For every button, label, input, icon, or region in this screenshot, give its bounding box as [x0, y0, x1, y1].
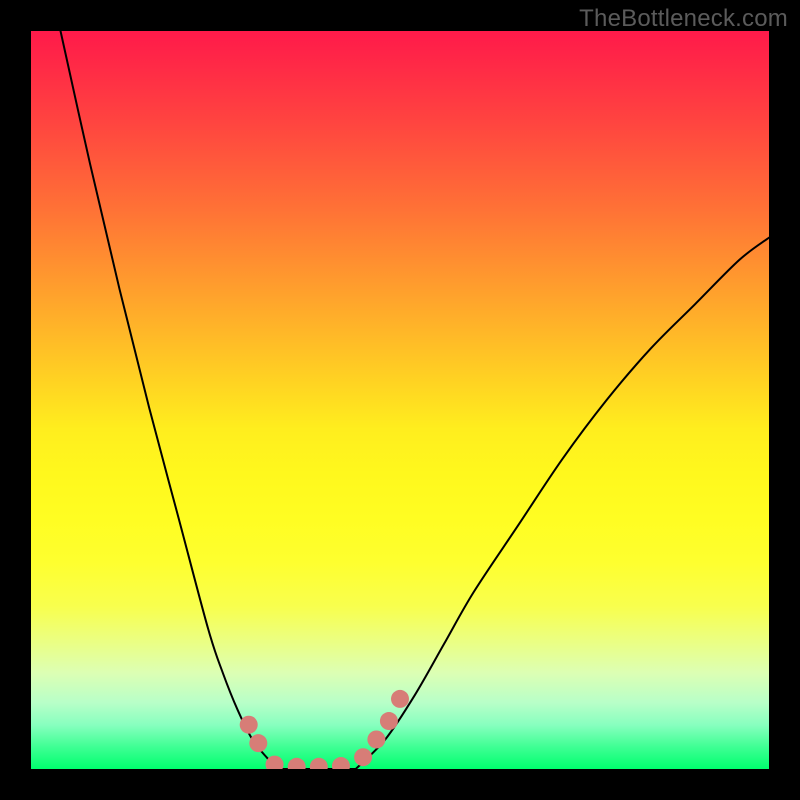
plot-area: [31, 31, 769, 769]
data-marker: [266, 756, 284, 769]
data-marker: [310, 758, 328, 769]
data-marker: [354, 748, 372, 766]
watermark-text: TheBottleneck.com: [579, 5, 788, 33]
chart-frame: TheBottleneck.com: [0, 0, 800, 800]
chart-svg: [31, 31, 769, 769]
data-marker: [380, 712, 398, 730]
data-marker: [288, 758, 306, 769]
curve-right: [356, 238, 769, 769]
data-marker: [367, 730, 385, 748]
data-marker: [391, 690, 409, 708]
data-marker: [332, 757, 350, 769]
curve-left: [61, 31, 279, 769]
data-marker: [240, 716, 258, 734]
data-marker: [249, 734, 267, 752]
data-markers: [240, 690, 409, 769]
